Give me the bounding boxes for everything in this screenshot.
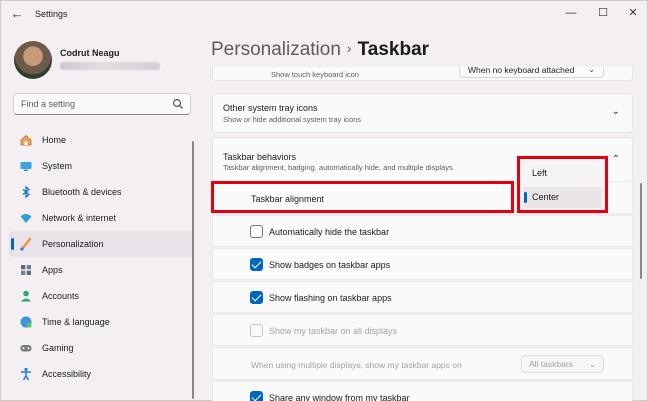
- search-icon: [173, 99, 183, 109]
- sidebar-item-label: Home: [42, 135, 67, 145]
- title-bar: ← Settings — ☐ ✕: [1, 1, 648, 27]
- content-scrollbar[interactable]: [640, 183, 642, 279]
- sidebar-item-gaming[interactable]: Gaming: [9, 335, 193, 361]
- sidebar-item-label: Accessibility: [42, 369, 92, 379]
- page-title: Taskbar: [357, 39, 430, 60]
- sidebar-item-home[interactable]: Home: [9, 127, 193, 153]
- wifi-icon: [20, 214, 32, 223]
- breadcrumb-separator: ›: [346, 40, 352, 56]
- brush-icon: [20, 237, 32, 251]
- apps-icon: [21, 265, 31, 275]
- chevron-up-icon: ⌃: [611, 154, 620, 165]
- option-label: Share any window from my taskbar: [269, 393, 410, 401]
- sidebar-item-bluetooth[interactable]: Bluetooth & devices: [9, 179, 193, 205]
- breadcrumb-parent[interactable]: Personalization: [211, 39, 341, 60]
- close-button[interactable]: ✕: [621, 4, 645, 22]
- sidebar-item-label: Gaming: [42, 343, 74, 353]
- sidebar-item-network[interactable]: Network & internet: [9, 205, 193, 231]
- flashing-checkbox[interactable]: [250, 291, 263, 304]
- chevron-down-icon: ⌄: [611, 106, 620, 117]
- sidebar-item-label: Time & language: [42, 317, 110, 327]
- touch-keyboard-card: Show touch keyboard icon When no keyboar…: [212, 67, 633, 81]
- badges-checkbox[interactable]: [250, 258, 263, 271]
- settings-window: ← Settings — ☐ ✕ Codrut Neagu Find a set…: [0, 0, 648, 401]
- user-name: Codrut Neagu: [60, 48, 120, 58]
- sidebar-nav: Home System Bluetooth & devices Network …: [9, 127, 193, 387]
- chevron-down-icon: ⌄: [588, 67, 595, 74]
- share-window-checkbox[interactable]: [250, 391, 263, 401]
- all-displays-checkbox: [250, 324, 263, 337]
- highlight-box-alignment: [211, 181, 514, 213]
- active-indicator: [11, 238, 14, 250]
- system-tray-title: Other system tray icons: [223, 103, 318, 113]
- sidebar-item-system[interactable]: System: [9, 153, 193, 179]
- sidebar-item-label: Bluetooth & devices: [42, 187, 122, 197]
- option-row: Show my taskbar on all displays: [212, 314, 633, 346]
- option-row: Show badges on taskbar apps: [212, 248, 633, 280]
- minimize-button[interactable]: —: [559, 4, 583, 22]
- system-tray-subtitle: Show or hide additional system tray icon…: [223, 115, 361, 124]
- sidebar-item-time-language[interactable]: Time & language: [9, 309, 193, 335]
- chevron-down-icon: ⌄: [588, 359, 596, 369]
- globe-icon: [20, 316, 32, 328]
- system-tray-card[interactable]: Other system tray icons Show or hide add…: [212, 93, 633, 133]
- option-row: Show flashing on taskbar apps: [212, 281, 633, 313]
- search-placeholder: Find a setting: [21, 99, 76, 109]
- sidebar-item-accessibility[interactable]: Accessibility: [9, 361, 193, 387]
- sidebar-item-personalization[interactable]: Personalization: [9, 231, 193, 257]
- sidebar-item-label: Accounts: [42, 291, 80, 301]
- breadcrumb: Personalization › Taskbar: [211, 39, 429, 61]
- highlight-box-menu: [517, 156, 608, 213]
- touch-keyboard-dropdown[interactable]: When no keyboard attached ⌄: [459, 67, 604, 78]
- maximize-button[interactable]: ☐: [591, 4, 615, 22]
- sidebar-scrollbar[interactable]: [192, 141, 194, 399]
- touch-keyboard-subtitle: Show touch keyboard icon: [271, 70, 359, 79]
- option-label: Automatically hide the taskbar: [269, 227, 390, 237]
- option-label: Show my taskbar on all displays: [269, 326, 398, 336]
- sidebar-item-label: Personalization: [42, 239, 104, 249]
- sidebar-item-label: Apps: [42, 265, 63, 275]
- back-arrow-icon[interactable]: ←: [9, 6, 25, 22]
- accessibility-icon: [21, 367, 31, 381]
- settings-content: Show touch keyboard icon When no keyboar…: [212, 67, 633, 401]
- multi-display-label: When using multiple displays, show my ta…: [251, 360, 462, 370]
- app-title: Settings: [35, 9, 68, 19]
- dropdown-value: All taskbars: [529, 359, 573, 369]
- bluetooth-icon: [22, 185, 31, 199]
- accounts-icon: [20, 290, 32, 302]
- sidebar-item-label: System: [42, 161, 73, 171]
- multi-display-dropdown: All taskbars ⌄: [521, 355, 604, 373]
- user-email-blurred: [60, 62, 160, 70]
- option-label: Show badges on taskbar apps: [269, 260, 391, 270]
- option-label: Show flashing on taskbar apps: [269, 293, 392, 303]
- sidebar-item-label: Network & internet: [42, 213, 117, 223]
- sidebar-item-accounts[interactable]: Accounts: [9, 283, 193, 309]
- option-row: Share any window from my taskbar: [212, 381, 633, 401]
- auto-hide-checkbox[interactable]: [250, 225, 263, 238]
- taskbar-behaviors-subtitle: Taskbar alignment, badging, automaticall…: [223, 163, 453, 172]
- multi-display-row: When using multiple displays, show my ta…: [212, 347, 633, 380]
- taskbar-behaviors-title: Taskbar behaviors: [223, 152, 297, 162]
- search-input[interactable]: Find a setting: [13, 93, 191, 115]
- sidebar-item-apps[interactable]: Apps: [9, 257, 193, 283]
- system-icon: [20, 162, 32, 171]
- option-row: Automatically hide the taskbar: [212, 215, 633, 247]
- gaming-icon: [20, 345, 32, 352]
- dropdown-value: When no keyboard attached: [468, 67, 575, 75]
- home-icon: [20, 134, 32, 146]
- avatar[interactable]: [14, 41, 52, 79]
